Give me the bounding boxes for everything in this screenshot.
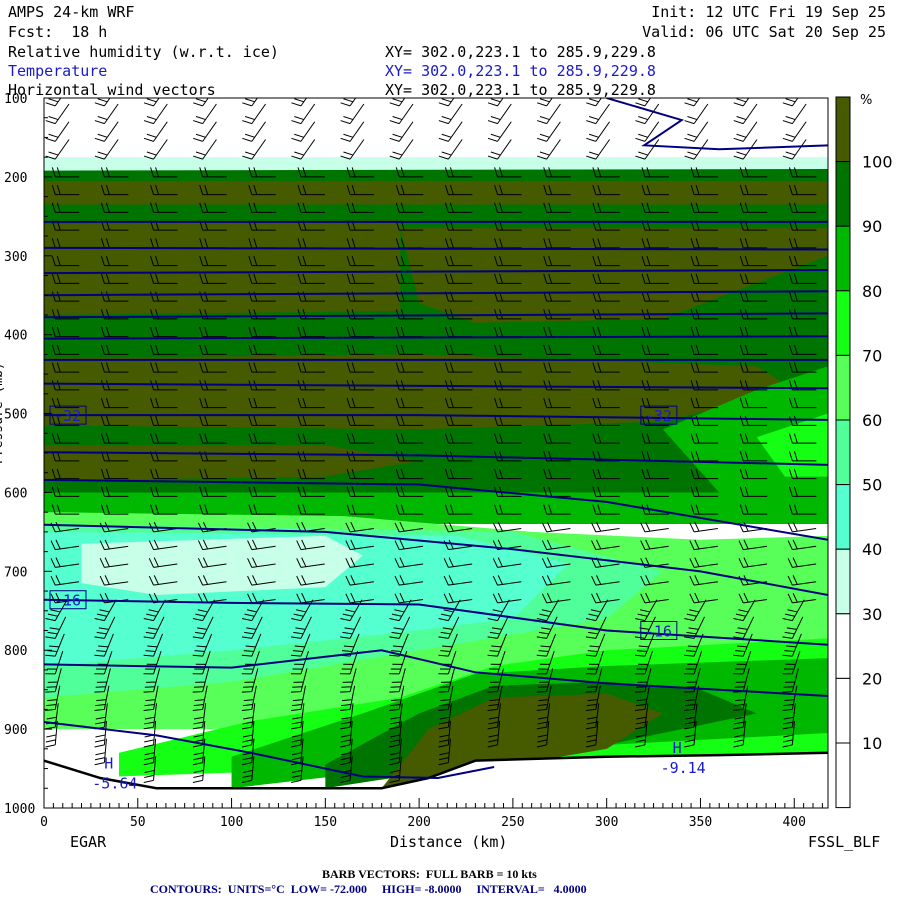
colorbar-unit: %: [860, 93, 872, 108]
y-tick-label: 1000: [4, 802, 35, 817]
colorbar-label: 80: [862, 282, 882, 301]
colorbar-segment: [835, 548, 851, 615]
colorbar-segment: [835, 613, 851, 679]
colorbar-segment: [835, 742, 851, 809]
y-tick-label: 200: [4, 171, 27, 186]
y-tick-label: 700: [4, 565, 27, 580]
high-marker: H: [104, 755, 113, 773]
x-tick-label: 50: [130, 815, 146, 830]
colorbar-segment: [835, 96, 851, 163]
x-axis-label: Distance (km): [390, 833, 508, 851]
colorbar-segment: [835, 484, 851, 550]
x-tick-label: 350: [689, 815, 712, 830]
colorbar-label: 100: [862, 153, 893, 172]
colorbar-segment: [835, 419, 851, 486]
colorbar-segment: [835, 677, 851, 744]
colorbar-label: 50: [862, 476, 882, 495]
contour-label: -32: [54, 407, 81, 425]
y-tick-label: 500: [4, 408, 27, 423]
y-tick-label: 100: [4, 92, 27, 107]
x-tick-label: 200: [407, 815, 430, 830]
end-station: FSSL_BLF: [808, 833, 881, 851]
contour-label: -32: [645, 407, 672, 425]
y-tick-label: 300: [4, 250, 27, 265]
colorbar-label: 90: [862, 217, 882, 236]
colorbar-label: 30: [862, 605, 882, 624]
colorbar-label: 10: [862, 734, 882, 753]
x-tick-label: 250: [501, 815, 524, 830]
contour-note: CONTOURS: UNITS=°C LOW= -72.000 HIGH= -8…: [150, 882, 587, 896]
x-tick-label: 150: [314, 815, 337, 830]
plot-area: -32 -32 -16 -16: [44, 98, 828, 808]
contour-label: -16: [54, 592, 81, 610]
high-value: -9.14: [661, 759, 706, 777]
colorbar-label: 20: [862, 669, 882, 688]
x-tick-label: 300: [595, 815, 618, 830]
colorbar-segment: [835, 225, 851, 292]
cross-section-figure: AMPS 24-km WRF Fcst: 18 h Init: 12 UTC F…: [0, 0, 900, 900]
cross-section-plot: -32 -32 -16 -16 H -5.64 H -9.14 0 50 100 150 200 250 3…: [0, 92, 893, 830]
x-tick-label: 0: [40, 815, 48, 830]
colorbar-label: 40: [862, 540, 882, 559]
x-tick-label: 400: [782, 815, 805, 830]
colorbar-segment: [835, 290, 851, 356]
start-station: EGAR: [70, 833, 107, 851]
colorbar-segment: [835, 161, 851, 227]
rh-region: [44, 157, 828, 171]
y-tick-label: 600: [4, 486, 27, 501]
x-tick-label: 100: [220, 815, 243, 830]
y-axis-label: Pressure (mb): [0, 362, 6, 464]
barb-note: BARB VECTORS: FULL BARB = 10 kts: [322, 867, 537, 881]
y-tick-label: 400: [4, 329, 27, 344]
rh-region: [81, 535, 363, 595]
colorbar-label: 70: [862, 346, 882, 365]
contour-label: -16: [645, 623, 672, 641]
y-tick-label: 900: [4, 723, 27, 738]
rh-region: [44, 180, 828, 205]
high-value: -5.64: [92, 775, 137, 793]
y-tick-label: 800: [4, 644, 27, 659]
colorbar-segment: [835, 354, 851, 421]
colorbar-label: 60: [862, 411, 882, 430]
high-marker: H: [673, 739, 682, 757]
